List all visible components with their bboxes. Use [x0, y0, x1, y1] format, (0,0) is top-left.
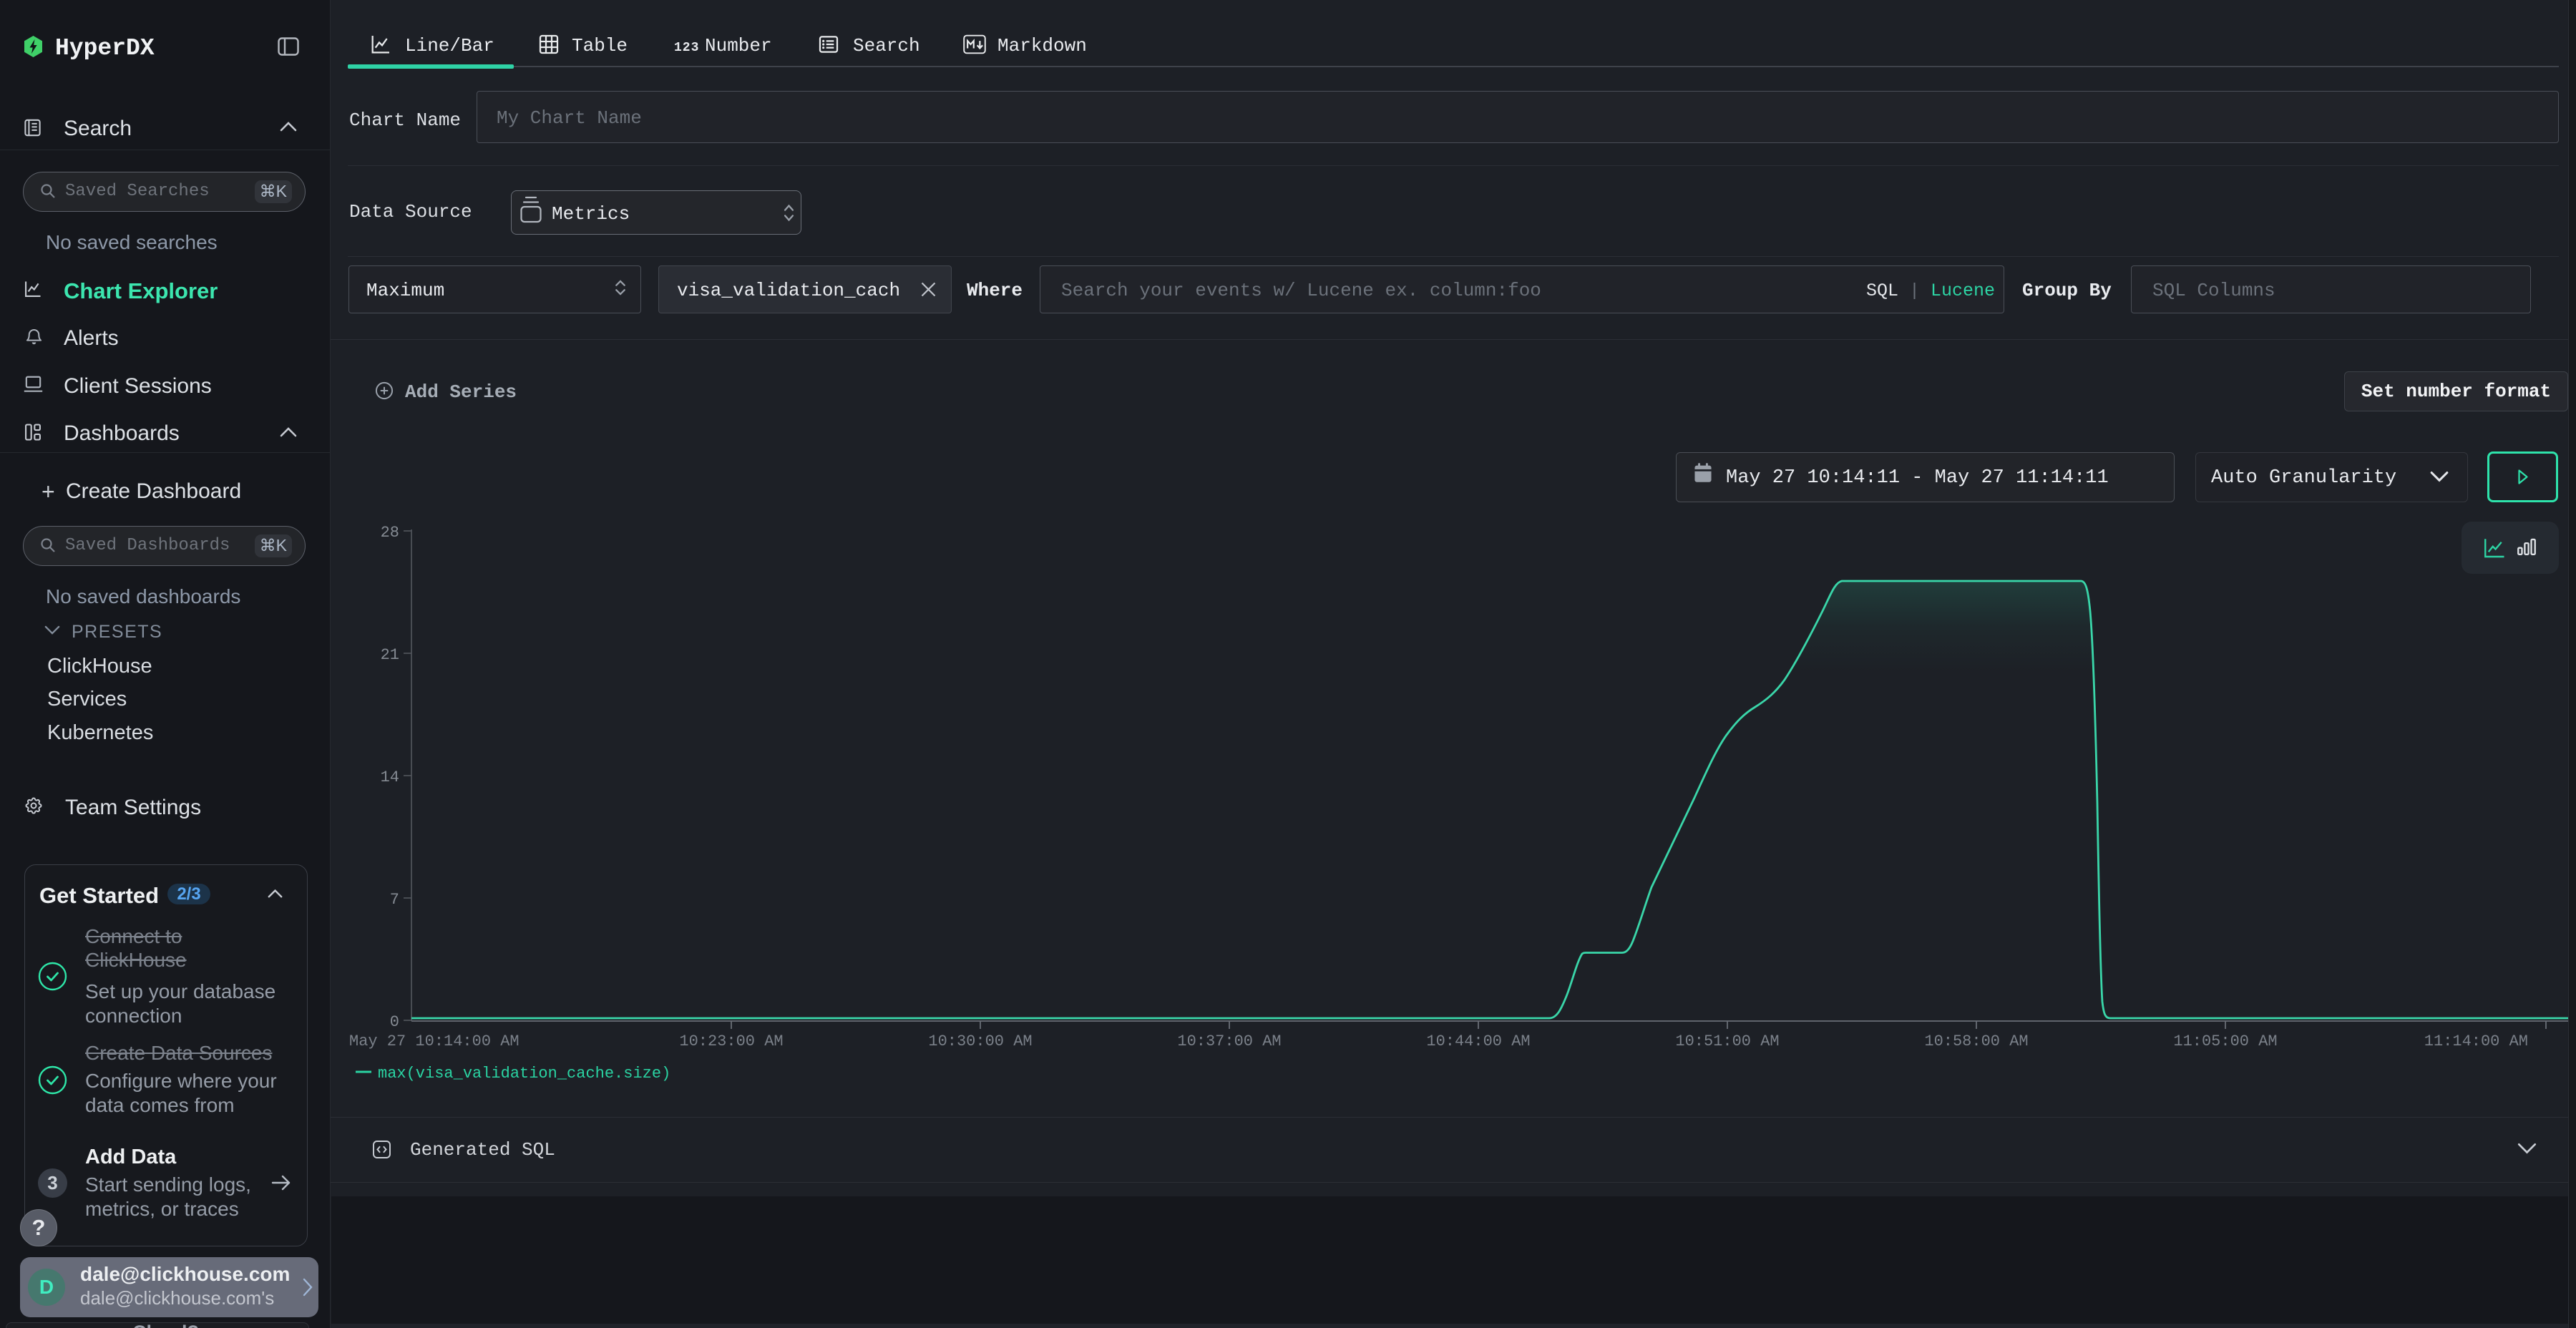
svg-text:7: 7	[390, 891, 399, 909]
svg-text:28: 28	[381, 524, 399, 542]
svg-text:10:23:00 AM: 10:23:00 AM	[679, 1032, 783, 1050]
svg-text:10:58:00 AM: 10:58:00 AM	[1924, 1032, 2028, 1050]
svg-text:10:37:00 AM: 10:37:00 AM	[1177, 1032, 1281, 1050]
svg-text:May 27 10:14:00 AM: May 27 10:14:00 AM	[349, 1032, 519, 1050]
svg-text:14: 14	[381, 768, 399, 786]
svg-text:11:05:00 AM: 11:05:00 AM	[2173, 1032, 2277, 1050]
svg-text:0: 0	[390, 1013, 399, 1031]
svg-text:10:30:00 AM: 10:30:00 AM	[928, 1032, 1032, 1050]
svg-text:10:44:00 AM: 10:44:00 AM	[1426, 1032, 1530, 1050]
svg-text:11:14:00 AM: 11:14:00 AM	[2424, 1032, 2528, 1050]
svg-text:max(visa_validation_cache.size: max(visa_validation_cache.size)	[378, 1065, 670, 1083]
svg-text:21: 21	[381, 646, 399, 664]
svg-text:10:51:00 AM: 10:51:00 AM	[1675, 1032, 1779, 1050]
